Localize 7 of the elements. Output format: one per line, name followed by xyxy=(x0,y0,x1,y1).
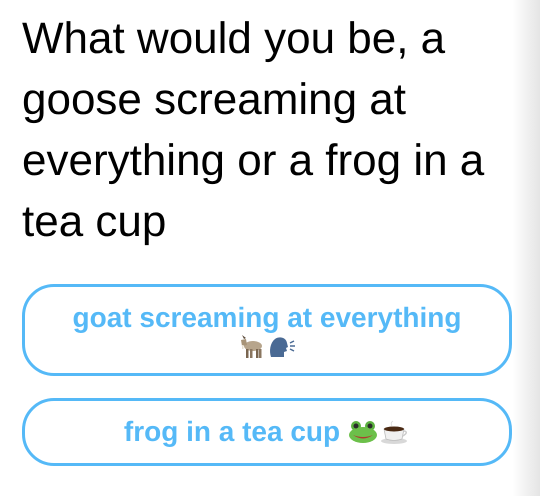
poll-option-button[interactable]: frog in a tea cup xyxy=(22,398,512,466)
poll-option-button[interactable]: goat screaming at everything xyxy=(22,284,512,376)
option-label: frog in a tea cup xyxy=(124,415,340,449)
frog-icon xyxy=(348,420,378,444)
option-label: goat screaming at everything xyxy=(72,301,462,335)
poll-question: What would you be, a goose screaming at everything or a frog in a tea cup xyxy=(22,13,486,248)
speaking-head-icon xyxy=(268,335,296,359)
